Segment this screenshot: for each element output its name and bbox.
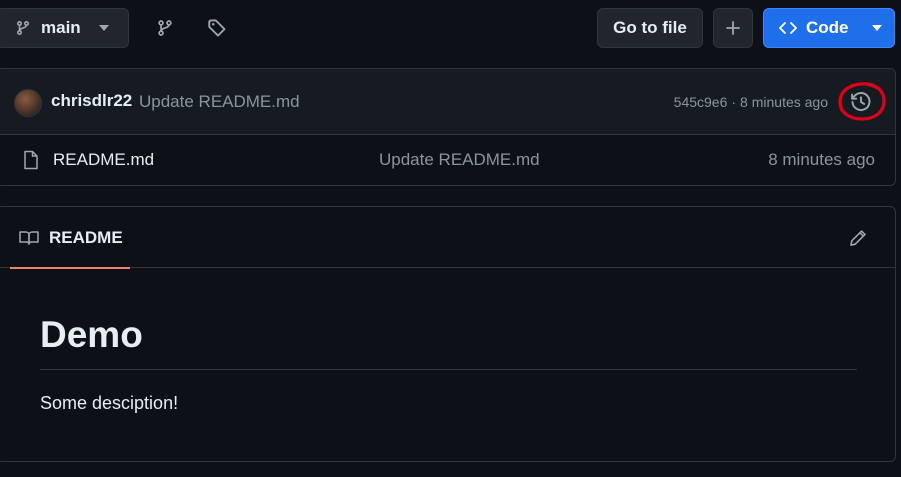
edit-readme-button[interactable] xyxy=(847,227,869,249)
commit-history-button[interactable] xyxy=(837,81,887,123)
file-commit-time: 8 minutes ago xyxy=(768,150,875,169)
code-button[interactable]: Code xyxy=(763,8,895,48)
readme-tab-label: README xyxy=(49,227,123,247)
meta-separator: · xyxy=(731,94,737,110)
tag-icon xyxy=(207,18,227,38)
plus-icon xyxy=(725,20,741,36)
commit-author[interactable]: chrisdlr22 xyxy=(51,91,132,111)
branches-icon xyxy=(156,19,174,37)
branch-name: main xyxy=(41,18,81,37)
tags-link[interactable] xyxy=(205,16,229,40)
commit-sha[interactable]: 545c9e6 xyxy=(674,94,728,110)
chevron-down-icon xyxy=(871,25,882,31)
file-name[interactable]: README.md xyxy=(53,150,154,170)
chevron-down-icon xyxy=(98,25,109,31)
latest-commit-row: chrisdlr22 Update README.md 545c9e6 · 8 … xyxy=(0,69,895,135)
commit-message[interactable]: Update README.md xyxy=(139,92,300,112)
file-commit-message[interactable]: Update README.md xyxy=(379,150,540,170)
readme-heading: Demo xyxy=(40,315,857,370)
code-icon xyxy=(779,21,797,35)
tab-readme[interactable]: README xyxy=(10,207,130,269)
readme-header: README xyxy=(0,207,895,269)
commit-meta: 545c9e6 · 8 minutes ago xyxy=(674,94,828,110)
branch-selector-button[interactable]: main xyxy=(0,8,129,48)
repo-toolbar: main Go to file Code xyxy=(0,0,901,56)
file-browser: chrisdlr22 Update README.md 545c9e6 · 8 … xyxy=(0,68,896,186)
history-icon xyxy=(850,91,872,113)
avatar[interactable] xyxy=(14,89,42,117)
readme-panel: README Demo Some desciption! xyxy=(0,206,896,462)
git-branch-icon xyxy=(15,20,31,36)
readme-content: Demo Some desciption! xyxy=(40,315,857,414)
go-to-file-button[interactable]: Go to file xyxy=(597,8,703,48)
commit-time: 8 minutes ago xyxy=(740,94,828,110)
book-icon xyxy=(19,230,39,246)
table-row[interactable]: README.md Update README.md 8 minutes ago xyxy=(0,135,895,185)
file-icon xyxy=(23,150,39,170)
readme-paragraph: Some desciption! xyxy=(40,393,179,413)
pencil-icon xyxy=(849,229,867,247)
branches-link[interactable] xyxy=(153,16,177,40)
code-button-label: Code xyxy=(806,18,849,37)
add-file-button[interactable] xyxy=(713,8,753,48)
